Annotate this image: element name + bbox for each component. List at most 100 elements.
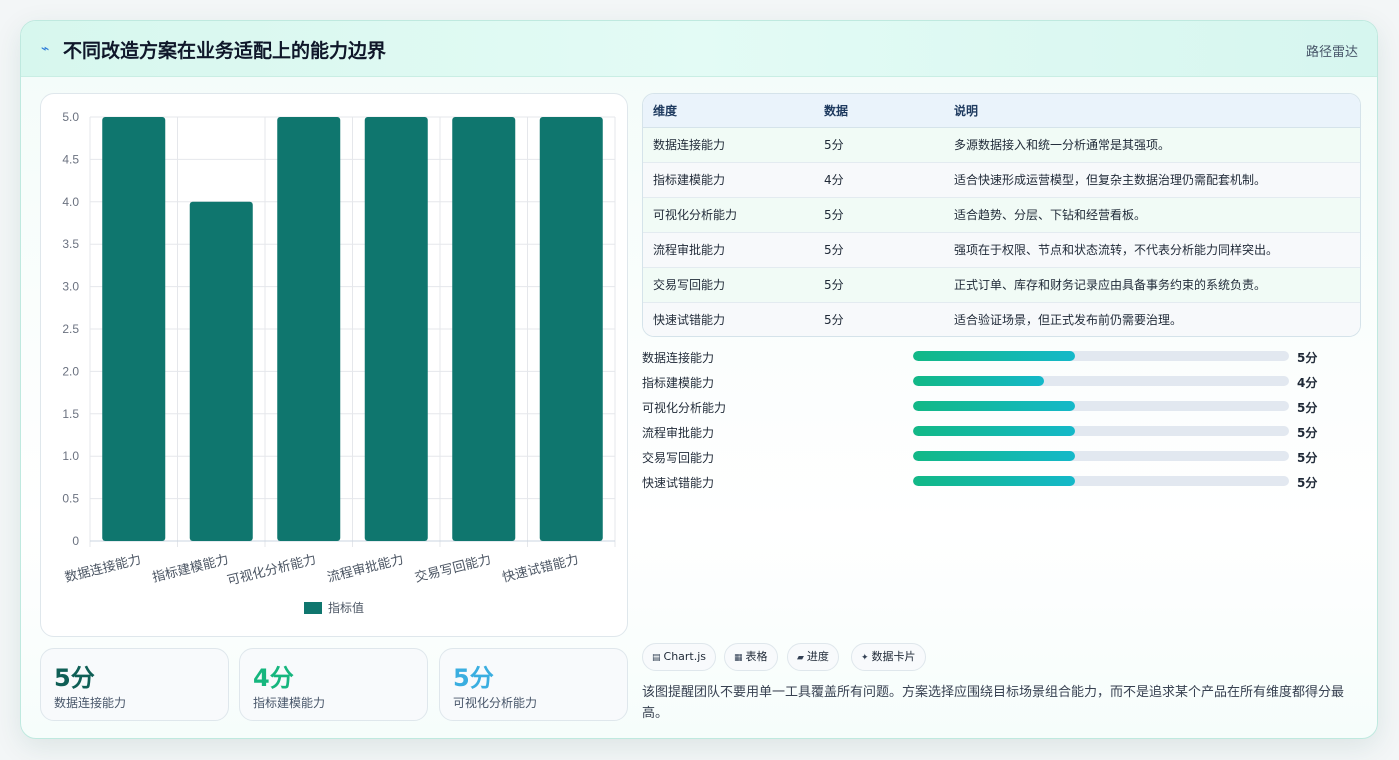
- progress-label: 数据连接能力: [642, 351, 715, 365]
- cell-dimension: 快速试错能力: [653, 313, 726, 328]
- stat-card-metric-modeling: 4分 指标建模能力: [239, 648, 428, 721]
- route-label[interactable]: 路径雷达: [1306, 41, 1358, 60]
- tag-label: 进度: [806, 650, 829, 663]
- stat-value: 5分: [54, 664, 95, 692]
- progress-label: 可视化分析能力: [642, 401, 727, 415]
- sparkle-icon: ✦: [861, 653, 869, 663]
- stat-label: 可视化分析能力: [453, 696, 538, 710]
- main-card: ⌁ 不同改造方案在业务适配上的能力边界 路径雷达 0 0.5 1.0 1.5 2.0 2.…: [20, 20, 1378, 739]
- y-tick-label: 4.0: [62, 195, 79, 209]
- bar: [364, 117, 428, 541]
- progress-track: [913, 401, 1289, 411]
- cell-data: 5分: [814, 267, 944, 303]
- cell-dimension: 数据连接能力: [643, 127, 814, 163]
- bar: [189, 201, 253, 542]
- tag-label: 数据卡片: [871, 650, 916, 663]
- x-tick-label: 可视化分析能力: [226, 552, 318, 589]
- progress-track: [913, 451, 1289, 461]
- progress-track: [913, 426, 1289, 436]
- column-header-data: 数据: [814, 94, 944, 128]
- y-tick-label: 1.0: [62, 449, 79, 463]
- progress-row: 数据连接能力 5分: [642, 349, 1342, 374]
- table-row: 快速试错能力 5分 适合验证场景，但正式发布前仍需要治理。: [643, 302, 1360, 336]
- progress-track: [913, 376, 1289, 386]
- x-tick-label: 交易写回能力: [413, 551, 493, 585]
- cell-description: 适合快速形成运营模型，但复杂主数据治理仍需配套机制。: [944, 162, 1360, 198]
- progress-row: 可视化分析能力 5分: [642, 399, 1342, 424]
- cell-description: 适合验证场景，但正式发布前仍需要治理。: [954, 313, 1183, 328]
- x-tick-label: 流程审批能力: [326, 552, 405, 585]
- progress-track: [913, 476, 1289, 486]
- cell-description: 多源数据接入和统一分析通常是其强项。: [944, 127, 1360, 163]
- table-header-row: 维度 数据 说明: [643, 94, 1360, 128]
- x-tick-label: 快速试错能力: [501, 552, 580, 585]
- cell-dimension: 交易写回能力: [643, 267, 814, 303]
- cell-description: 强项在于权限、节点和状态流转，不代表分析能力同样突出。: [944, 232, 1360, 268]
- y-tick-label: 4.5: [62, 152, 79, 166]
- y-tick-label: 5.0: [62, 110, 79, 124]
- header-bar: ⌁ 不同改造方案在业务适配上的能力边界 路径雷达: [21, 21, 1377, 77]
- progress-value: 5分: [1297, 476, 1318, 490]
- tag-data-card[interactable]: ✦ 数据卡片: [851, 643, 926, 671]
- bar: [277, 117, 341, 541]
- y-tick-label: 3.0: [62, 280, 79, 294]
- progress-row: 流程审批能力 5分: [642, 424, 1342, 449]
- tag-table[interactable]: ▦ 表格: [724, 643, 778, 671]
- progress-fill: [913, 401, 1076, 411]
- table-icon: ▦: [734, 653, 743, 663]
- progress-track: [913, 351, 1289, 361]
- summary-note: 该图提醒团队不要用单一工具覆盖所有问题。方案选择应围绕目标场景组合能力，而不是追…: [642, 685, 1345, 721]
- progress-fill: [913, 426, 1076, 436]
- table-row: 指标建模能力 4分 适合快速形成运营模型，但复杂主数据治理仍需配套机制。: [643, 162, 1360, 198]
- stat-value: 4分: [253, 664, 294, 692]
- progress-label: 快速试错能力: [642, 476, 715, 490]
- progress-list: 数据连接能力 5分 指标建模能力 4分 可视化分析能力 5分 流程审批能力 5分…: [642, 349, 1342, 499]
- bar-chart-panel: 0 0.5 1.0 1.5 2.0 2.5 3.0 3.5 4.0 4.5 5.0 数据连接能力 指标建…: [40, 93, 628, 637]
- y-tick-label: 0.5: [62, 492, 79, 506]
- progress-icon: ▰: [797, 653, 804, 663]
- chart-icon: ▤: [652, 653, 661, 663]
- stat-label: 数据连接能力: [54, 696, 127, 710]
- cell-data: 5分: [814, 197, 944, 233]
- table-row: 交易写回能力 5分 正式订单、库存和财务记录应由具备事务约束的系统负责。: [643, 267, 1360, 303]
- progress-row: 交易写回能力 5分: [642, 449, 1342, 474]
- progress-value: 5分: [1297, 451, 1318, 465]
- chart-trend-icon: ⌁: [41, 41, 50, 57]
- cell-dimension: 流程审批能力: [643, 232, 814, 268]
- progress-fill: [913, 451, 1076, 461]
- bar: [452, 117, 516, 541]
- y-tick-label: 0: [72, 534, 79, 548]
- bar-chart: 0 0.5 1.0 1.5 2.0 2.5 3.0 3.5 4.0 4.5 5.0 数据连接能力 指标建…: [62, 110, 616, 615]
- cell-description: 正式订单、库存和财务记录应由具备事务约束的系统负责。: [944, 267, 1360, 303]
- tag-label: 表格: [745, 650, 768, 663]
- cell-data: 4分: [814, 162, 944, 198]
- progress-label: 交易写回能力: [642, 451, 715, 465]
- capability-table: 维度 数据 说明 数据连接能力 5分 多源数据接入和统一分析通常是其强项。 指标…: [642, 93, 1361, 337]
- progress-row: 指标建模能力 4分: [642, 374, 1342, 399]
- tag-progress[interactable]: ▰ 进度: [787, 643, 839, 671]
- page-title: 不同改造方案在业务适配上的能力边界: [63, 40, 387, 62]
- stat-value: 5分: [453, 664, 494, 692]
- cell-data: 5分: [814, 232, 944, 268]
- progress-row: 快速试错能力 5分: [642, 474, 1342, 499]
- progress-fill: [913, 351, 1076, 361]
- cell-data: 5分: [824, 313, 844, 328]
- progress-value: 4分: [1297, 376, 1318, 390]
- stat-card-data-connection: 5分 数据连接能力: [40, 648, 229, 721]
- progress-value: 5分: [1297, 426, 1318, 440]
- y-tick-label: 2.0: [62, 364, 79, 378]
- tag-label: Chart.js: [663, 650, 707, 663]
- table-row: 流程审批能力 5分 强项在于权限、节点和状态流转，不代表分析能力同样突出。: [643, 232, 1360, 268]
- progress-label: 流程审批能力: [642, 426, 715, 440]
- x-tick-label: 数据连接能力: [63, 551, 143, 585]
- stat-card-visual-analysis: 5分 可视化分析能力: [439, 648, 628, 721]
- legend-label: 指标值: [328, 600, 364, 615]
- progress-fill: [913, 476, 1076, 486]
- column-header-description: 说明: [944, 94, 1360, 128]
- cell-description: 适合趋势、分层、下钻和经营看板。: [944, 197, 1360, 233]
- progress-label: 指标建模能力: [642, 376, 715, 390]
- tag-chartjs[interactable]: ▤ Chart.js: [642, 643, 717, 671]
- y-tick-label: 2.5: [62, 322, 79, 336]
- progress-value: 5分: [1297, 351, 1318, 365]
- legend-swatch: [304, 602, 322, 614]
